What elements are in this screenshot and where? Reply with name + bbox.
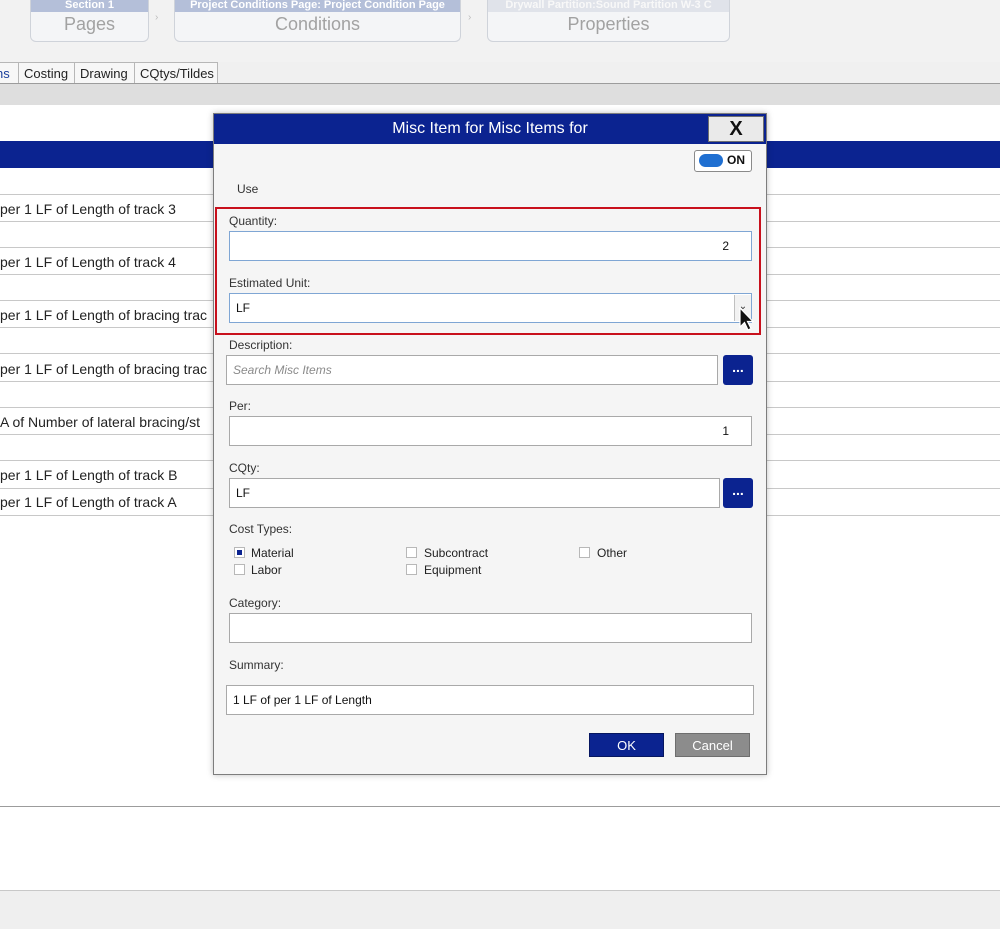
- status-area: [0, 890, 1000, 929]
- ok-button[interactable]: OK: [589, 733, 664, 757]
- quantity-input[interactable]: 2: [229, 231, 752, 261]
- table-row[interactable]: A of Number of lateral bracing/st: [0, 414, 200, 430]
- other-label: Other: [597, 546, 628, 560]
- breadcrumb-conditions-sub: Project Conditions Page: Project Conditi…: [175, 0, 460, 12]
- breadcrumb-pages-label: Pages: [63, 14, 116, 34]
- table-row[interactable]: per 1 LF of Length of track A: [0, 494, 177, 510]
- category-input[interactable]: [229, 613, 752, 643]
- cursor-icon: [739, 307, 755, 331]
- tab-cqtys-tildes[interactable]: CQtys/Tildes: [134, 62, 218, 83]
- subcontract-label: Subcontract: [424, 546, 489, 560]
- table-row[interactable]: per 1 LF of Length of track 4: [0, 254, 176, 270]
- category-label: Category:: [229, 596, 282, 610]
- chevron-right-icon: ›: [468, 12, 472, 23]
- cost-types-label: Cost Types:: [229, 522, 293, 536]
- cqty-input[interactable]: LF: [229, 478, 720, 508]
- table-row[interactable]: per 1 LF of Length of track B: [0, 467, 177, 483]
- breadcrumb-conditions-label: Conditions: [274, 14, 361, 34]
- description-input[interactable]: Search Misc Items: [226, 355, 718, 385]
- cqty-label: CQty:: [229, 461, 260, 475]
- table-row[interactable]: per 1 LF of Length of bracing trac: [0, 307, 207, 323]
- table-row[interactable]: per 1 LF of Length of bracing trac: [0, 361, 207, 377]
- description-browse-button[interactable]: ...: [723, 355, 753, 385]
- breadcrumb-properties-sub: Drywall Partition:Sound Partition W-3 C: [488, 0, 729, 12]
- estimated-unit-label: Estimated Unit:: [229, 276, 311, 290]
- tab-costing[interactable]: Costing: [18, 62, 76, 83]
- material-label: Material: [251, 546, 294, 560]
- misc-item-dialog: Misc Item for Misc Items for X ON Use Qu…: [213, 113, 767, 775]
- quantity-label: Quantity:: [229, 214, 278, 228]
- summary-label: Summary:: [229, 658, 284, 672]
- breadcrumb-pages-sub: Section 1: [31, 0, 148, 12]
- use-label: Use: [237, 182, 259, 196]
- breadcrumb: Section 1 Pages › Project Conditions Pag…: [0, 0, 1000, 62]
- equipment-label: Equipment: [424, 563, 482, 577]
- summary-field[interactable]: 1 LF of per 1 LF of Length: [226, 685, 754, 715]
- description-placeholder: Search Misc Items: [233, 363, 332, 377]
- breadcrumb-properties-label: Properties: [567, 14, 650, 34]
- tab-drawing[interactable]: Drawing: [74, 62, 136, 83]
- close-icon[interactable]: X: [708, 116, 764, 142]
- toggle-state-label: ON: [727, 153, 745, 167]
- description-label: Description:: [229, 338, 293, 352]
- estimated-unit-select[interactable]: LF: [229, 293, 752, 323]
- material-checkbox[interactable]: [234, 547, 245, 558]
- breadcrumb-pages[interactable]: Section 1 Pages: [30, 0, 149, 42]
- labor-label: Labor: [251, 563, 282, 577]
- panel-divider: [0, 806, 1000, 807]
- cqty-browse-button[interactable]: ...: [723, 478, 753, 508]
- toggle-switch-icon: [699, 154, 723, 167]
- per-label: Per:: [229, 399, 252, 413]
- use-toggle[interactable]: ON: [694, 150, 752, 172]
- subcontract-checkbox[interactable]: [406, 547, 417, 558]
- cancel-button[interactable]: Cancel: [675, 733, 750, 757]
- breadcrumb-conditions[interactable]: Project Conditions Page: Project Conditi…: [174, 0, 461, 42]
- per-input[interactable]: 1: [229, 416, 752, 446]
- breadcrumb-properties[interactable]: Drywall Partition:Sound Partition W-3 C …: [487, 0, 730, 42]
- chevron-right-icon: ›: [155, 12, 159, 23]
- other-checkbox[interactable]: [579, 547, 590, 558]
- table-row[interactable]: per 1 LF of Length of track 3: [0, 201, 176, 217]
- equipment-checkbox[interactable]: [406, 564, 417, 575]
- dialog-title: Misc Item for Misc Items for: [214, 114, 766, 144]
- estimated-unit-value: LF: [236, 301, 251, 315]
- labor-checkbox[interactable]: [234, 564, 245, 575]
- toolbar-strip: [0, 84, 1000, 105]
